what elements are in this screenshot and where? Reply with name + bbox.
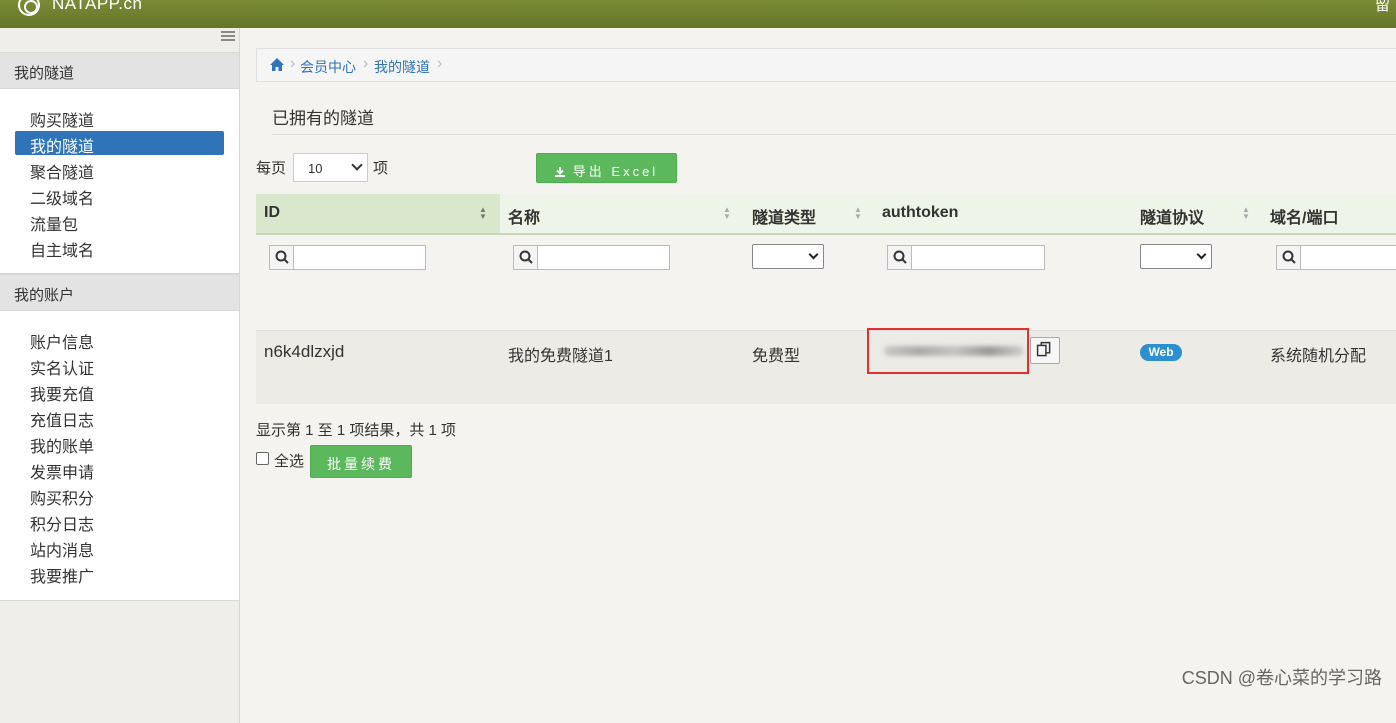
- sidebar-item-invoice[interactable]: 发票申请: [15, 457, 224, 482]
- breadcrumb-member-center[interactable]: 会员中心: [300, 57, 356, 77]
- copy-authtoken-button[interactable]: [1030, 337, 1060, 364]
- sidebar-item-subdomain[interactable]: 二级域名: [15, 183, 224, 208]
- sort-icon[interactable]: ▲ ▼: [479, 206, 487, 222]
- sidebar-item-custom-domain[interactable]: 自主域名: [15, 235, 224, 260]
- cell-type: 免费型: [752, 348, 801, 365]
- sidebar-tunnels-list: 购买隧道 我的隧道 聚合隧道 二级域名 流量包 自主域名: [0, 89, 239, 274]
- breadcrumb-separator: ›: [363, 55, 369, 72]
- search-icon: [270, 246, 294, 269]
- breadcrumb-separator: ›: [290, 55, 296, 72]
- filter-row: [256, 235, 1396, 330]
- id-search-input[interactable]: [269, 245, 426, 270]
- breadcrumb-separator: ›: [437, 55, 443, 72]
- per-page-suffix: 项: [373, 160, 389, 177]
- main-content: › 会员中心 › 我的隧道 › 已拥有的隧道 每页 10 项 导出 Excel …: [240, 28, 1396, 723]
- sidebar-item-verification[interactable]: 实名认证: [15, 353, 224, 378]
- column-header-domain[interactable]: 域名/端口: [1270, 204, 1338, 228]
- copy-icon: [1036, 341, 1051, 357]
- protocol-filter-select[interactable]: [1140, 244, 1212, 269]
- breadcrumb: › 会员中心 › 我的隧道 ›: [256, 48, 1396, 82]
- watermark: CSDN @卷心菜的学习路: [1181, 668, 1382, 688]
- id-column-highlight: [256, 194, 500, 233]
- sidebar-item-recharge-log[interactable]: 充值日志: [15, 405, 224, 430]
- brand-name[interactable]: NATAPP.cn: [52, 0, 142, 14]
- sort-icon[interactable]: ▲ ▼: [723, 206, 731, 222]
- sidebar-item-referral[interactable]: 我要推广: [15, 561, 224, 586]
- chevron-down-icon: [1196, 249, 1207, 260]
- type-filter-select[interactable]: [752, 244, 824, 269]
- column-header-protocol[interactable]: 隧道协议: [1140, 204, 1204, 228]
- per-page-label: 每页: [256, 160, 287, 177]
- cell-domain: 系统随机分配: [1270, 348, 1367, 365]
- sort-icon[interactable]: ▲ ▼: [1242, 206, 1250, 222]
- column-header-name[interactable]: 名称: [508, 204, 540, 228]
- sidebar-item-buy-points[interactable]: 购买积分: [15, 483, 224, 508]
- breadcrumb-my-tunnels[interactable]: 我的隧道: [374, 57, 430, 77]
- sidebar-item-recharge[interactable]: 我要充值: [15, 379, 224, 404]
- sidebar-item-bills[interactable]: 我的账单: [15, 431, 224, 456]
- result-info: 显示第 1 至 1 项结果，共 1 项: [256, 422, 457, 439]
- authtoken-search-input[interactable]: [887, 245, 1045, 270]
- name-search-input[interactable]: [513, 245, 670, 270]
- sidebar-item-messages[interactable]: 站内消息: [15, 535, 224, 560]
- column-header-type[interactable]: 隧道类型: [752, 204, 816, 228]
- chevron-down-icon: [351, 159, 363, 171]
- sidebar-section-account: 我的账户: [0, 274, 239, 311]
- cell-id: n6k4dlzxjd: [264, 342, 345, 361]
- sidebar-item-points-log[interactable]: 积分日志: [15, 509, 224, 534]
- search-icon: [888, 246, 912, 269]
- search-icon: [514, 246, 538, 269]
- protocol-badge: Web: [1140, 344, 1182, 361]
- table-row[interactable]: n6k4dlzxjd 我的免费隧道1 免费型 Web 系统随机分配: [256, 328, 1396, 404]
- column-header-authtoken: authtoken: [882, 204, 959, 221]
- chevron-down-icon: [808, 249, 819, 260]
- top-header: NATAPP.cn 留: [0, 0, 1396, 28]
- domain-search-input[interactable]: [1276, 245, 1396, 270]
- export-excel-label: 导出 Excel: [572, 164, 659, 179]
- sidebar-item-account-info[interactable]: 账户信息: [15, 327, 224, 352]
- sidebar-item-traffic[interactable]: 流量包: [15, 209, 224, 234]
- table-header: ID ▲ ▼ 名称 ▲ ▼ 隧道类型 ▲ ▼ authtoken 隧道协议 ▲ ▼ 域名…: [256, 194, 1396, 235]
- per-page-value: 10: [308, 161, 323, 176]
- per-page-select[interactable]: 10: [293, 153, 368, 182]
- logo-icon: [18, 0, 40, 16]
- sidebar-item-buy-tunnel[interactable]: 购买隧道: [15, 105, 224, 130]
- cell-name: 我的免费隧道1: [508, 348, 613, 365]
- sidebar-section-tunnels: 我的隧道: [0, 52, 239, 89]
- collapse-menu-icon[interactable]: [221, 31, 235, 41]
- sidebar-item-aggregate-tunnel[interactable]: 聚合隧道: [15, 157, 224, 182]
- select-all-label[interactable]: 全选: [274, 450, 304, 471]
- sidebar-item-my-tunnels[interactable]: 我的隧道: [15, 131, 224, 156]
- sidebar-account-list: 账户信息 实名认证 我要充值 充值日志 我的账单 发票申请 购买积分 积分日志 …: [0, 311, 239, 601]
- select-all-checkbox[interactable]: [256, 452, 269, 465]
- header-right-text[interactable]: 留: [1375, 0, 1390, 15]
- authtoken-highlight-box: [867, 328, 1029, 374]
- home-icon[interactable]: [269, 57, 285, 72]
- search-icon: [1277, 246, 1301, 269]
- title-divider: [272, 134, 1396, 135]
- batch-renew-button[interactable]: 批量续费: [310, 445, 412, 478]
- sidebar: 我的隧道 购买隧道 我的隧道 聚合隧道 二级域名 流量包 自主域名 我的账户 账…: [0, 28, 240, 723]
- page-title: 已拥有的隧道: [272, 109, 374, 128]
- column-header-id[interactable]: ID: [264, 204, 280, 222]
- download-icon: [554, 167, 565, 177]
- export-excel-button[interactable]: 导出 Excel: [536, 153, 677, 183]
- sort-icon[interactable]: ▲ ▼: [854, 206, 862, 222]
